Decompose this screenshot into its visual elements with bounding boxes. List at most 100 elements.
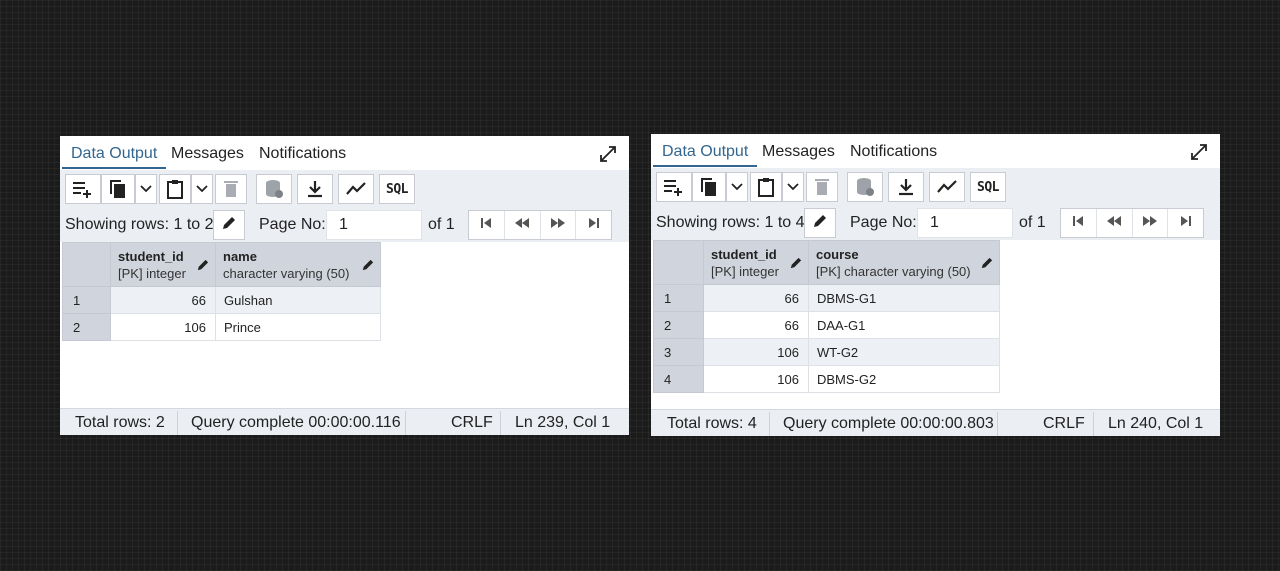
page-total-label: of 1 [428,216,455,233]
copy-button[interactable] [101,174,135,204]
sql-button-label: SQL [386,181,408,197]
table-row[interactable]: 2 106 Prince [62,313,381,341]
last-page-button[interactable] [576,211,611,239]
table-row[interactable]: 1 66 Gulshan [62,286,381,314]
table-cell[interactable]: 106 [703,338,809,366]
next-page-button[interactable] [541,211,577,239]
sql-button[interactable]: SQL [379,174,415,204]
select-all-cell[interactable] [62,242,111,287]
data-output-panel-1: Data Output Messages Notifications SQL S… [60,136,629,435]
paste-options-button[interactable] [782,172,804,202]
tab-data-output[interactable]: Data Output [653,134,758,167]
grid-header-row: student_id [PK] integer course [PK] char… [653,240,1000,285]
table-cell[interactable]: WT-G2 [808,338,1000,366]
column-type: character varying (50) [223,266,350,281]
row-number[interactable]: 4 [653,365,704,393]
table-cell[interactable]: 66 [110,286,216,314]
column-header[interactable]: name character varying (50) [215,242,381,287]
chevron-down-icon [731,183,743,191]
copy-icon [700,177,718,197]
table-cell[interactable]: 106 [703,365,809,393]
graph-visualiser-button[interactable] [338,174,374,204]
tab-data-output[interactable]: Data Output [62,136,167,169]
toolbar: SQL Showing rows: 1 to 4 Page No: 1 of 1 [651,168,1220,240]
download-button[interactable] [297,174,333,204]
tab-messages[interactable]: Messages [762,134,835,167]
pager-controls [1060,208,1204,238]
last-page-icon [1180,214,1192,232]
save-data-button[interactable] [847,172,883,202]
first-page-button[interactable] [1061,209,1097,237]
add-row-icon [663,178,685,196]
query-status: Query complete 00:00:00.803 [783,415,994,432]
expand-icon[interactable] [1190,143,1208,161]
results-grid: student_id [PK] integer course [PK] char… [653,240,1000,393]
table-cell[interactable]: 66 [703,311,809,339]
tab-notifications[interactable]: Notifications [259,136,346,169]
table-cell[interactable]: Prince [215,313,381,341]
page-total-label: of 1 [1019,214,1046,231]
column-header[interactable]: student_id [PK] integer [703,240,809,285]
table-cell[interactable]: 66 [703,284,809,312]
graph-visualiser-button[interactable] [929,172,965,202]
line-ending-status: CRLF [1043,415,1085,432]
page-number-input[interactable]: 1 [326,210,422,240]
copy-options-button[interactable] [726,172,748,202]
download-icon [307,180,323,198]
edit-icon [981,257,993,272]
paste-button[interactable] [159,174,191,204]
table-row[interactable]: 3 106 WT-G2 [653,338,1000,366]
query-status: Query complete 00:00:00.116 [191,414,401,431]
table-cell[interactable]: DBMS-G2 [808,365,1000,393]
next-page-button[interactable] [1133,209,1169,237]
row-number[interactable]: 2 [653,311,704,339]
row-number[interactable]: 2 [62,313,111,341]
paste-icon [167,179,183,199]
sql-button[interactable]: SQL [970,172,1006,202]
table-row[interactable]: 1 66 DBMS-G1 [653,284,1000,312]
table-cell[interactable]: DAA-G1 [808,311,1000,339]
tab-notifications[interactable]: Notifications [850,134,937,167]
download-button[interactable] [888,172,924,202]
edit-icon [197,259,209,274]
sql-button-label: SQL [977,179,999,195]
cursor-position-status: Ln 239, Col 1 [515,414,611,431]
row-number[interactable]: 1 [653,284,704,312]
delete-button[interactable] [806,172,838,202]
copy-button[interactable] [692,172,726,202]
download-icon [898,178,914,196]
delete-button[interactable] [215,174,247,204]
paste-icon [758,177,774,197]
save-data-button[interactable] [256,174,292,204]
add-row-button[interactable] [656,172,692,202]
select-all-cell[interactable] [653,240,704,285]
paste-button[interactable] [750,172,782,202]
row-number[interactable]: 1 [62,286,111,314]
tab-messages[interactable]: Messages [171,136,244,169]
status-bar: Total rows: 2 Query complete 00:00:00.11… [60,408,629,435]
page-number-input[interactable]: 1 [917,208,1013,238]
add-row-button[interactable] [65,174,101,204]
copy-options-button[interactable] [135,174,157,204]
row-number[interactable]: 3 [653,338,704,366]
last-page-button[interactable] [1168,209,1203,237]
table-cell[interactable]: 106 [110,313,216,341]
previous-page-button[interactable] [505,211,541,239]
first-page-button[interactable] [469,211,505,239]
delete-icon [224,180,238,198]
table-cell[interactable]: Gulshan [215,286,381,314]
table-cell[interactable]: DBMS-G1 [808,284,1000,312]
edit-range-button[interactable] [804,208,836,238]
table-row[interactable]: 4 106 DBMS-G2 [653,365,1000,393]
table-row[interactable]: 2 66 DAA-G1 [653,311,1000,339]
expand-icon[interactable] [599,145,617,163]
previous-page-button[interactable] [1097,209,1133,237]
first-page-icon [1072,214,1084,232]
tab-bar: Data Output Messages Notifications [651,134,1220,168]
edit-icon [813,214,827,233]
next-page-icon [1142,214,1158,232]
column-header[interactable]: student_id [PK] integer [110,242,216,287]
paste-options-button[interactable] [191,174,213,204]
column-header[interactable]: course [PK] character varying (50) [808,240,1000,285]
edit-range-button[interactable] [213,210,245,240]
